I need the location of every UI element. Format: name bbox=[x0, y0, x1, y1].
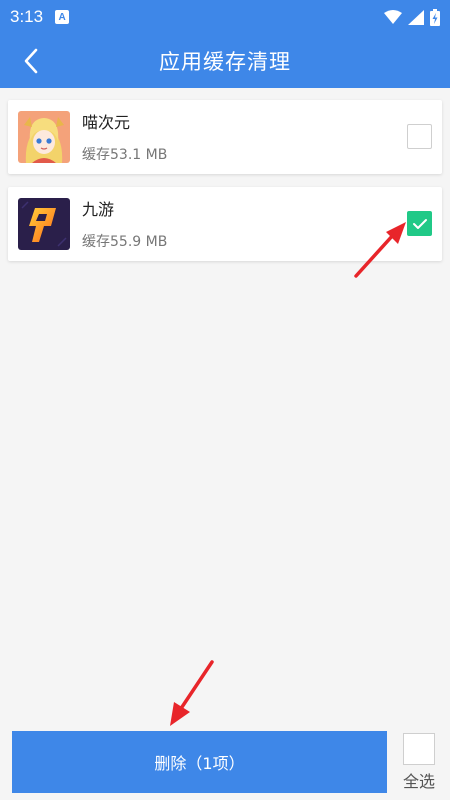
app-cache-size: 缓存53.1 MB bbox=[82, 147, 168, 163]
red-arrow-icon bbox=[170, 660, 214, 726]
signal-icon bbox=[408, 9, 424, 25]
checkmark-icon bbox=[412, 218, 427, 229]
status-icons bbox=[384, 8, 440, 26]
list-item[interactable]: 喵次元 缓存53.1 MB bbox=[8, 100, 442, 174]
delete-button[interactable]: 删除（1项） bbox=[12, 731, 387, 793]
battery-charging-icon bbox=[430, 8, 440, 26]
app-checkbox[interactable] bbox=[407, 124, 432, 149]
anime-girl-avatar-icon bbox=[18, 111, 70, 163]
jiuyou-logo-icon bbox=[18, 198, 70, 250]
list-item[interactable]: 九游 缓存55.9 MB bbox=[8, 187, 442, 261]
status-bar: 3:13 A bbox=[0, 0, 450, 34]
select-all-checkbox[interactable] bbox=[403, 733, 435, 765]
wifi-icon bbox=[384, 10, 402, 24]
back-button[interactable] bbox=[14, 44, 48, 78]
select-all-toggle[interactable]: 全选 bbox=[398, 733, 440, 793]
app-name: 喵次元 bbox=[82, 113, 131, 132]
app-name: 九游 bbox=[82, 200, 115, 219]
page-title: 应用缓存清理 bbox=[159, 50, 291, 74]
select-all-label: 全选 bbox=[402, 772, 435, 791]
app-header: 应用缓存清理 bbox=[0, 34, 450, 88]
status-time: 3:13 bbox=[10, 7, 44, 26]
app-checkbox-checked[interactable] bbox=[407, 211, 432, 236]
chevron-left-icon bbox=[24, 48, 38, 74]
app-list: 喵次元 缓存53.1 MB 九游 缓存55.9 MB bbox=[8, 100, 442, 274]
notification-badge-icon: A bbox=[55, 10, 70, 24]
app-cache-size: 缓存55.9 MB bbox=[82, 234, 168, 250]
